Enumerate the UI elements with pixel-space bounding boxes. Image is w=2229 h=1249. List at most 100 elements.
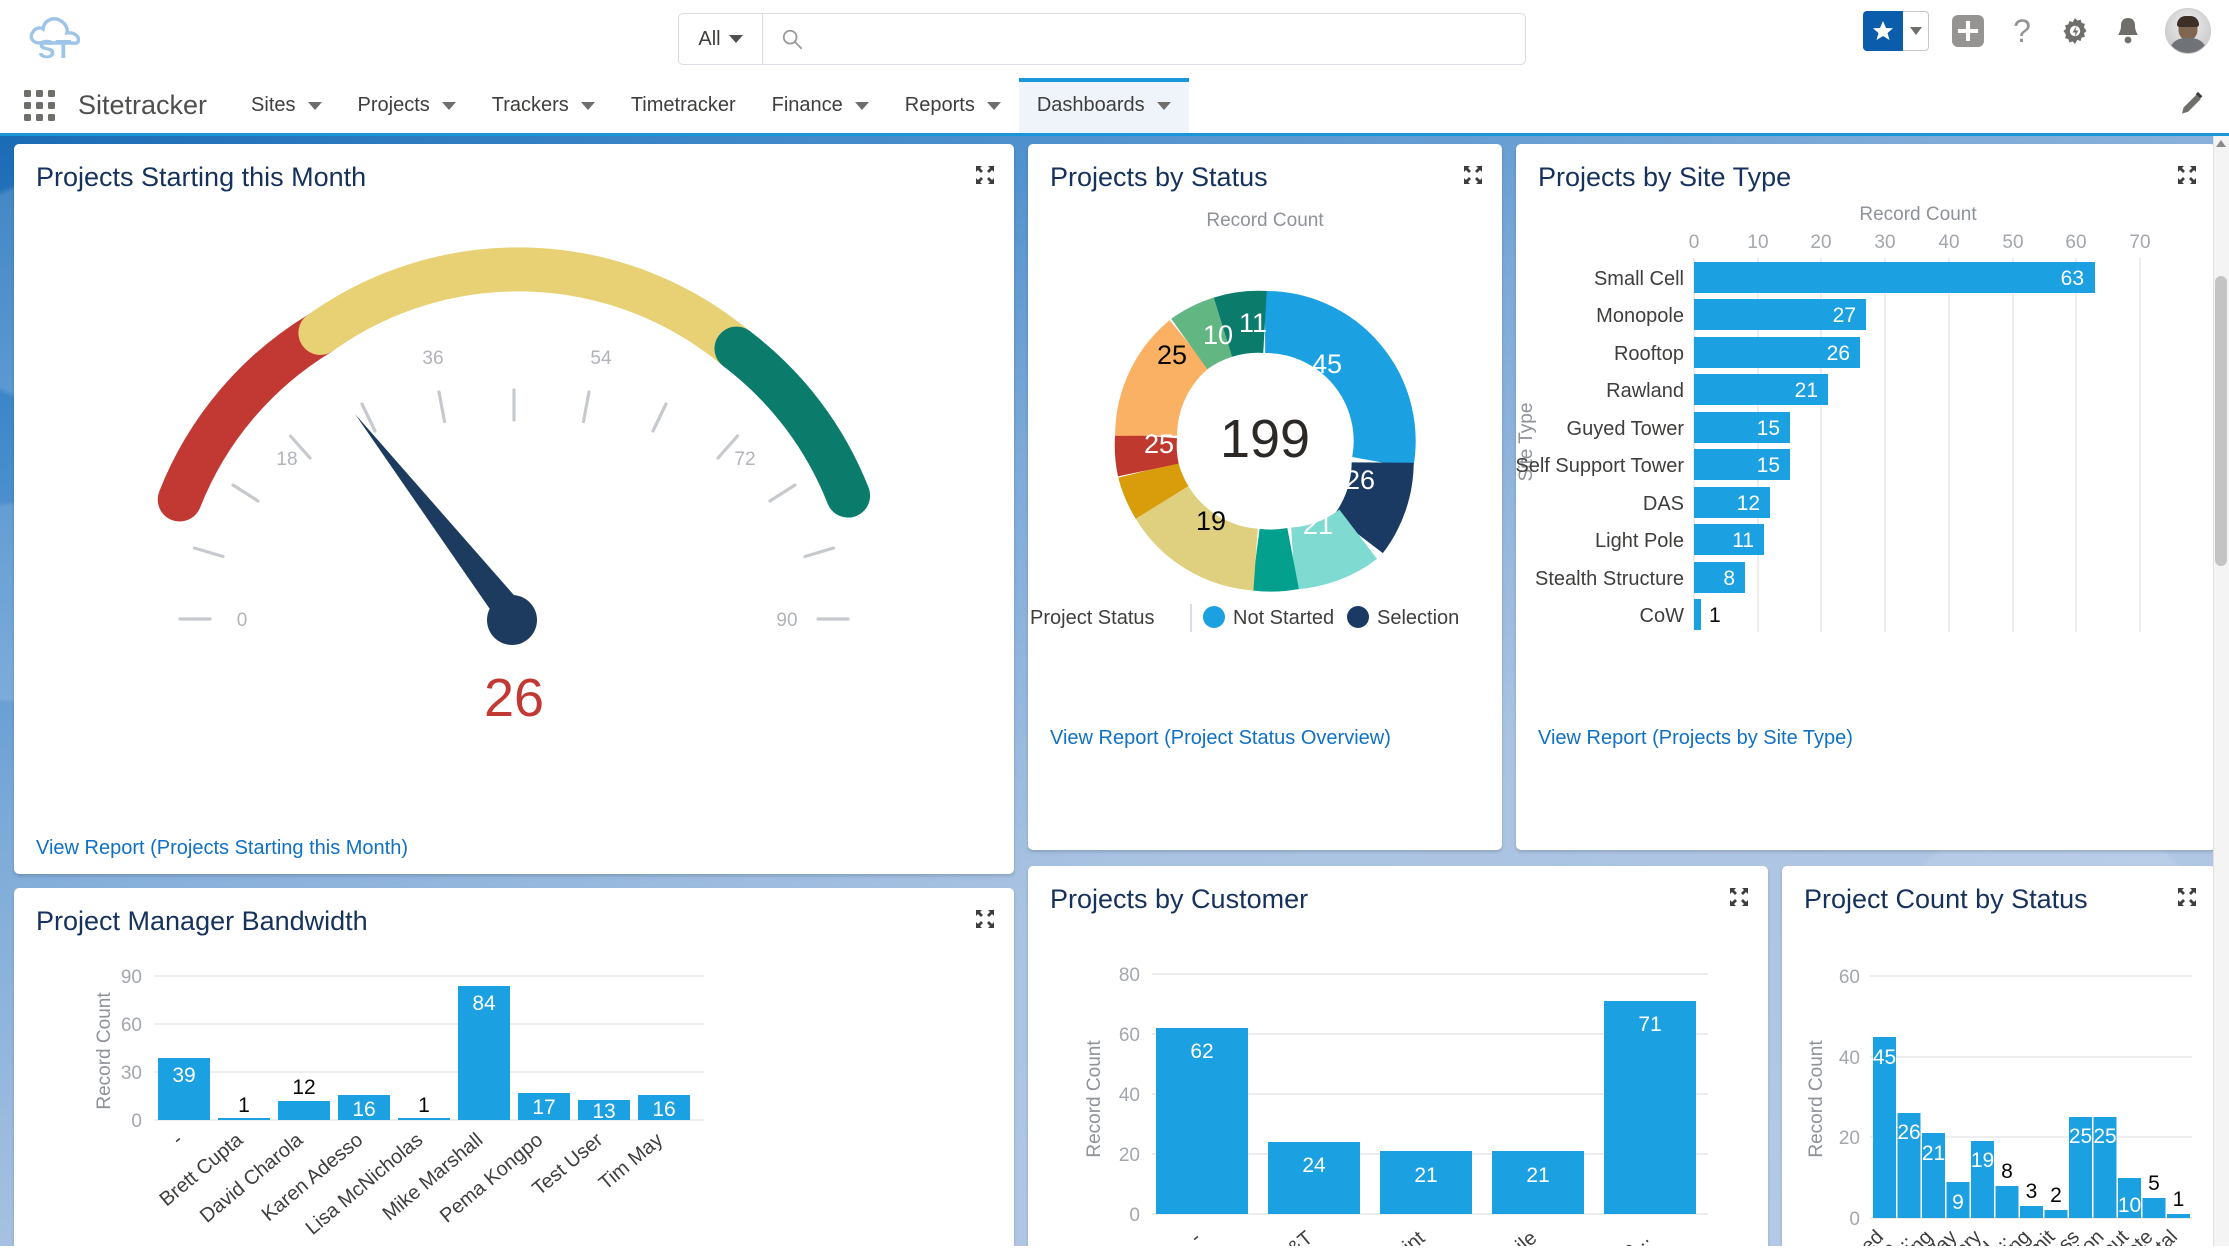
plus-icon — [1951, 14, 1985, 48]
chart-subtitle: Record Count — [1206, 210, 1324, 231]
svg-text:71: 71 — [1638, 1013, 1661, 1036]
favorites-star-icon[interactable] — [1863, 11, 1903, 51]
card-project-count-by-status: Project Count by Status 60 40 20 0 Recor… — [1782, 866, 2216, 1246]
expand-icon[interactable] — [1728, 886, 1750, 913]
expand-icon[interactable] — [2176, 886, 2198, 913]
chevron-down-icon — [1157, 102, 1171, 110]
svg-text:12: 12 — [292, 1076, 315, 1099]
add-button[interactable] — [1951, 14, 1985, 48]
chevron-down-icon — [581, 102, 595, 110]
svg-text:21: 21 — [1526, 1164, 1549, 1187]
svg-text:70: 70 — [2129, 232, 2150, 253]
svg-text:-: - — [168, 1129, 187, 1150]
nav-item-finance[interactable]: Finance — [754, 78, 887, 133]
nav-item-label: Finance — [772, 94, 843, 117]
setup-button[interactable] — [2059, 15, 2091, 47]
expand-icon[interactable] — [974, 908, 996, 935]
svg-text:40: 40 — [1119, 1085, 1140, 1106]
projects-by-site-type-chart: Record Count 0 10 20 30 40 50 60 70 — [1516, 192, 2216, 752]
chevron-down-icon — [987, 102, 1001, 110]
nav-item-reports[interactable]: Reports — [887, 78, 1019, 133]
legend-swatch-selection — [1347, 606, 1369, 628]
chevron-down-icon — [1910, 27, 1922, 35]
svg-text:40: 40 — [1938, 232, 1959, 253]
header-utility-icons: ? — [1863, 8, 2211, 54]
card-projects-starting-this-month: Projects Starting this Month — [14, 144, 1014, 874]
svg-text:5: 5 — [2148, 1172, 2160, 1195]
app-navigation-bar: Sitetracker Sites Projects Trackers Time… — [0, 78, 2229, 136]
pm-bandwidth-chart: 90 60 30 0 Record Count 39 1 12 16 — [14, 946, 1014, 1246]
svg-text:21: 21 — [1303, 510, 1333, 540]
scrollbar-thumb[interactable] — [2215, 276, 2227, 566]
avatar-shoulders — [2168, 38, 2208, 54]
search-input-area[interactable] — [763, 14, 1525, 64]
svg-text:19: 19 — [1196, 506, 1226, 536]
svg-text:13: 13 — [592, 1100, 615, 1123]
svg-text:25: 25 — [1157, 340, 1187, 370]
svg-text:Sprint: Sprint — [1375, 1227, 1430, 1246]
svg-text:45: 45 — [1873, 1046, 1896, 1069]
view-report-link[interactable]: View Report (Projects Starting this Mont… — [36, 837, 408, 860]
global-search[interactable]: All — [678, 13, 1526, 65]
app-launcher-button[interactable] — [0, 78, 78, 133]
scroll-up-arrow-icon[interactable] — [2216, 140, 2226, 147]
help-button[interactable]: ? — [2007, 14, 2037, 48]
sitetracker-logo[interactable]: ST — [0, 13, 100, 65]
svg-text:24: 24 — [1302, 1154, 1326, 1177]
projects-by-status-donut: Record Count — [1028, 192, 1502, 752]
gauge-tick-label: 90 — [776, 610, 797, 631]
nav-item-projects[interactable]: Projects — [340, 78, 474, 133]
gauge-tick-label: 18 — [276, 449, 297, 470]
view-report-link[interactable]: View Report (Projects by Site Type) — [1538, 727, 1853, 750]
edit-button[interactable] — [2177, 88, 2207, 123]
svg-text:Monopole: Monopole — [1596, 305, 1684, 327]
card-title: Projects by Customer — [1028, 866, 1768, 915]
x-axis-title: Record Count — [1859, 204, 1977, 225]
svg-text:26: 26 — [1897, 1121, 1920, 1144]
nav-item-sites[interactable]: Sites — [233, 78, 339, 133]
svg-text:DAS: DAS — [1643, 493, 1684, 515]
svg-text:8: 8 — [2001, 1160, 2013, 1183]
svg-text:3: 3 — [2026, 1180, 2038, 1203]
svg-text:...wirele...: ...wirele... — [1574, 1227, 1654, 1246]
search-scope-selector[interactable]: All — [679, 14, 763, 64]
svg-text:15: 15 — [1757, 417, 1780, 440]
expand-icon[interactable] — [974, 164, 996, 191]
avatar[interactable] — [2165, 8, 2211, 54]
svg-text:20: 20 — [1839, 1128, 1860, 1149]
favorites-dropdown-button[interactable] — [1903, 11, 1929, 51]
svg-text:Self Support Tower: Self Support Tower — [1516, 455, 1684, 477]
favorites-button[interactable] — [1863, 11, 1929, 51]
vertical-scrollbar[interactable] — [2213, 136, 2229, 1246]
svg-text:-: - — [1186, 1227, 1205, 1246]
svg-text:Rooftop: Rooftop — [1614, 343, 1684, 365]
svg-text:25: 25 — [2093, 1125, 2116, 1148]
nav-item-trackers[interactable]: Trackers — [474, 78, 613, 133]
expand-icon[interactable] — [2176, 164, 2198, 191]
dashboard-canvas: Projects Starting this Month — [0, 136, 2229, 1246]
svg-text:45: 45 — [1312, 349, 1342, 379]
svg-text:0: 0 — [1849, 1209, 1860, 1230]
svg-text:Light Pole: Light Pole — [1595, 530, 1684, 552]
notifications-button[interactable] — [2113, 15, 2143, 47]
nav-item-dashboards[interactable]: Dashboards — [1019, 78, 1189, 133]
y-tick-label: 60 — [121, 1015, 142, 1036]
y-tick-label: 0 — [131, 1111, 142, 1132]
svg-text:21: 21 — [1414, 1164, 1437, 1187]
gauge-tick-label: 54 — [590, 348, 612, 369]
svg-text:?: ? — [2013, 14, 2031, 48]
bar-series — [1694, 262, 2095, 630]
nav-item-label: Trackers — [492, 94, 569, 117]
svg-text:10: 10 — [2118, 1194, 2141, 1217]
search-input[interactable] — [815, 28, 1525, 51]
svg-text:2: 2 — [2050, 1184, 2062, 1207]
svg-text:10: 10 — [1747, 232, 1768, 253]
view-report-link[interactable]: View Report (Project Status Overview) — [1050, 727, 1391, 750]
y-tick-label: 90 — [121, 967, 142, 988]
legend-label-not-started: Not Started — [1233, 607, 1334, 629]
svg-text:60: 60 — [1119, 1025, 1140, 1046]
gauge-tick-label: 36 — [422, 348, 443, 369]
svg-text:AT&T: AT&T — [1265, 1227, 1317, 1246]
expand-icon[interactable] — [1462, 164, 1484, 191]
nav-item-timetracker[interactable]: Timetracker — [613, 78, 754, 133]
